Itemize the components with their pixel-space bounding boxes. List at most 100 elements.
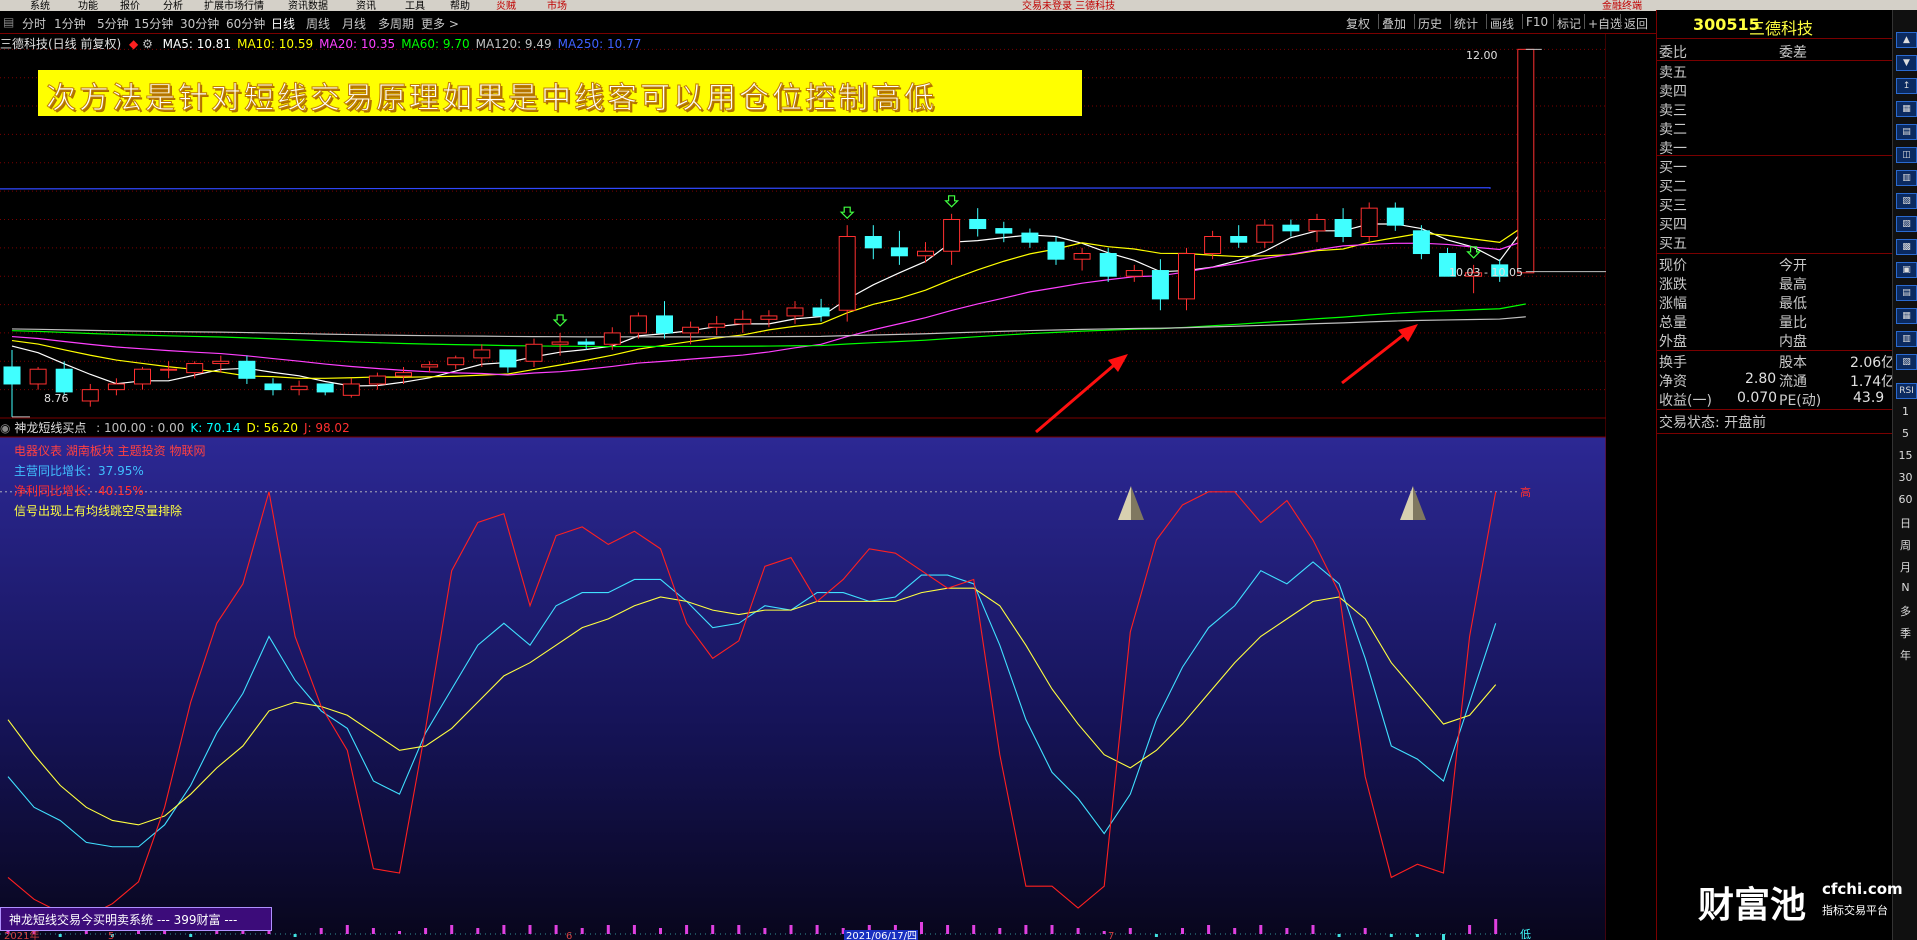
candle-body[interactable] [264, 383, 282, 391]
candle-body[interactable] [1178, 253, 1195, 300]
tool-button-6[interactable]: 标记 [1557, 15, 1581, 32]
candle-body[interactable] [395, 372, 412, 377]
candle-body[interactable] [447, 357, 465, 366]
period-shortcut-3[interactable]: 15 [1896, 449, 1915, 462]
period-shortcut-6[interactable]: 日 [1896, 515, 1915, 531]
candle-body[interactable] [421, 364, 439, 368]
indicator-collapse-icon[interactable]: ◉ [0, 421, 10, 435]
top-menu-item[interactable]: 资讯数据 [288, 0, 328, 11]
candle-body[interactable] [107, 383, 125, 391]
candle-body[interactable] [342, 383, 360, 396]
candle-body[interactable] [1282, 224, 1300, 232]
candle-body[interactable] [1230, 236, 1248, 243]
candle-body[interactable] [525, 343, 543, 362]
period-tab-5[interactable]: 60分钟 [226, 15, 265, 32]
candle-body[interactable] [812, 307, 830, 317]
tool-icon[interactable]: ▼ [1896, 55, 1917, 71]
period-shortcut-4[interactable]: 30 [1896, 471, 1915, 484]
candle-body[interactable] [656, 315, 673, 334]
indicator-name[interactable]: 神龙短线买点 [14, 421, 86, 435]
tool-icon[interactable]: ▥ [1896, 170, 1917, 186]
period-shortcut-0[interactable]: RSI [1896, 383, 1917, 399]
candle-body[interactable] [629, 315, 647, 334]
period-tab-2[interactable]: 5分钟 [97, 15, 129, 32]
tool-icon[interactable]: ◫ [1896, 147, 1917, 163]
tool-button-4[interactable]: 画线 [1490, 15, 1514, 32]
period-tab-4[interactable]: 30分钟 [180, 15, 219, 32]
period-tab-6[interactable]: 日线 [271, 15, 295, 32]
candle-body[interactable] [577, 341, 595, 345]
tool-button-8[interactable]: 返回 [1624, 15, 1648, 32]
tool-icon[interactable]: ▦ [1896, 308, 1917, 324]
candle-body[interactable] [186, 363, 204, 374]
tool-button-1[interactable]: 叠加 [1382, 15, 1406, 32]
candle-body[interactable] [316, 383, 334, 393]
period-tab-1[interactable]: 1分钟 [54, 15, 86, 32]
candle-body[interactable] [1021, 232, 1039, 243]
tool-button-2[interactable]: 历史 [1418, 15, 1442, 32]
period-shortcut-12[interactable]: 年 [1896, 647, 1915, 663]
tool-icon[interactable]: ↥ [1896, 78, 1917, 94]
tool-icon[interactable]: ▲ [1896, 32, 1917, 48]
candle-body[interactable] [473, 349, 491, 359]
candle-body[interactable] [760, 315, 778, 320]
period-shortcut-9[interactable]: N [1896, 581, 1915, 594]
candle-body[interactable] [1099, 253, 1117, 277]
candle-body[interactable] [160, 368, 178, 371]
tool-icon[interactable]: ▣ [1896, 262, 1917, 278]
top-menu-item[interactable]: 工具 [405, 0, 425, 11]
tool-button-0[interactable]: 复权 [1346, 15, 1370, 32]
candle-body[interactable] [1204, 236, 1222, 255]
candle-body[interactable] [682, 326, 700, 334]
tool-icon[interactable]: ▥ [1896, 331, 1917, 347]
exright-icon[interactable]: ◆ [129, 37, 138, 51]
candle-body[interactable] [786, 307, 804, 317]
settings-icon[interactable]: ⚙ [142, 37, 153, 51]
tool-icon[interactable]: ▧ [1896, 193, 1917, 209]
chart-area[interactable]: 12.0011.7511.5011.2511.0010.7510.5010.25… [0, 34, 1606, 940]
candle-body[interactable] [943, 218, 961, 252]
top-menu-item[interactable]: 交易未登录 三德科技 [1022, 0, 1115, 11]
candle-body[interactable] [499, 349, 517, 368]
top-menu-item[interactable]: 分析 [163, 0, 183, 11]
period-tab-8[interactable]: 月线 [342, 15, 366, 32]
period-shortcut-8[interactable]: 月 [1896, 559, 1915, 575]
candle-body[interactable] [1073, 253, 1091, 260]
candle-body[interactable] [29, 368, 47, 385]
period-shortcut-10[interactable]: 多 [1896, 603, 1915, 619]
period-shortcut-11[interactable]: 季 [1896, 625, 1915, 641]
candle-body[interactable] [81, 389, 99, 402]
period-shortcut-7[interactable]: 周 [1896, 537, 1915, 553]
top-menu-item[interactable]: 扩展市场行情 [204, 0, 264, 11]
candle-body[interactable] [238, 360, 256, 379]
period-shortcut-5[interactable]: 60 [1896, 493, 1915, 506]
top-menu-item[interactable]: 金融终端 [1602, 0, 1642, 11]
tool-icon[interactable]: ▨ [1896, 216, 1917, 232]
period-shortcut-1[interactable]: 1 [1896, 405, 1915, 418]
candle-body[interactable] [603, 332, 621, 345]
candle-body[interactable] [1125, 270, 1143, 277]
tool-icon[interactable]: ▤ [1896, 124, 1917, 140]
tool-icon[interactable]: ▩ [1896, 239, 1917, 255]
top-menu-item[interactable]: 系统 [30, 0, 50, 11]
top-menu-item[interactable]: 报价 [120, 0, 140, 11]
toolbar-menu-icon[interactable]: ▤ [3, 15, 14, 29]
period-tab-7[interactable]: 周线 [306, 15, 330, 32]
candle-body[interactable] [3, 366, 21, 385]
tool-icon[interactable]: ▦ [1896, 101, 1917, 117]
top-menu-item[interactable]: 资讯 [356, 0, 376, 11]
tool-button-3[interactable]: 统计 [1454, 15, 1478, 32]
candle-body[interactable] [734, 318, 752, 325]
tool-button-7[interactable]: +自选 [1588, 15, 1622, 32]
period-tab-9[interactable]: 多周期 [378, 15, 414, 32]
candle-body[interactable] [1412, 230, 1430, 255]
candle-body[interactable] [890, 247, 908, 257]
candle-body[interactable] [1308, 218, 1326, 232]
candle-body[interactable] [1386, 207, 1404, 226]
period-tab-10[interactable]: 更多 > [421, 15, 459, 32]
candle-body[interactable] [838, 236, 856, 311]
candle-body[interactable] [969, 218, 987, 230]
candle-body[interactable] [1151, 270, 1169, 300]
candle-body[interactable] [1360, 207, 1378, 238]
candle-body[interactable] [551, 341, 569, 345]
